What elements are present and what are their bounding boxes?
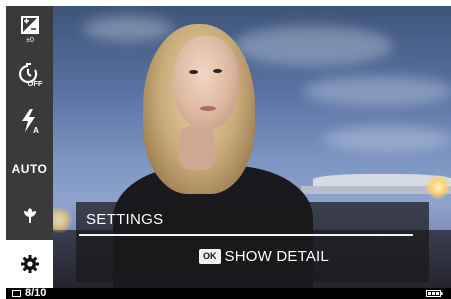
shooting-mode-label: AUTO [11,162,48,176]
self-timer-icon: OFF [18,63,42,88]
frame-count-icon [12,290,21,297]
flash-icon: A [21,109,39,134]
show-detail-button[interactable]: OK SHOW DETAIL [199,248,329,265]
settings-gear-icon [20,255,39,273]
settings-button[interactable] [6,240,53,288]
svg-text:OFF: OFF [27,79,42,88]
title-divider [79,234,413,236]
flash-mode-button[interactable]: A [6,98,53,144]
frame-count: 8/10 [25,287,47,299]
self-timer-button[interactable]: OFF [6,52,53,98]
camera-screen: ±0 OFF A AUTO SETTINGS OK SHOW DETAIL 8/… [6,6,451,299]
settings-title: SETTINGS [86,211,164,228]
macro-mode-button[interactable] [6,192,53,238]
exposure-compensation-button[interactable]: ±0 [6,6,53,52]
macro-icon [23,208,36,223]
status-bar: 8/10 [6,287,451,299]
show-detail-label: SHOW DETAIL [224,248,329,265]
exposure-compensation-icon: ±0 [20,16,39,43]
svg-text:±0: ±0 [26,37,34,43]
svg-text:A: A [33,126,39,134]
battery-full-icon [426,290,443,297]
settings-overlay: SETTINGS OK SHOW DETAIL [76,202,429,282]
ok-key-badge: OK [199,249,221,264]
shooting-mode-button[interactable]: AUTO [6,146,53,192]
function-menu-strip: ±0 OFF A AUTO [6,6,53,288]
